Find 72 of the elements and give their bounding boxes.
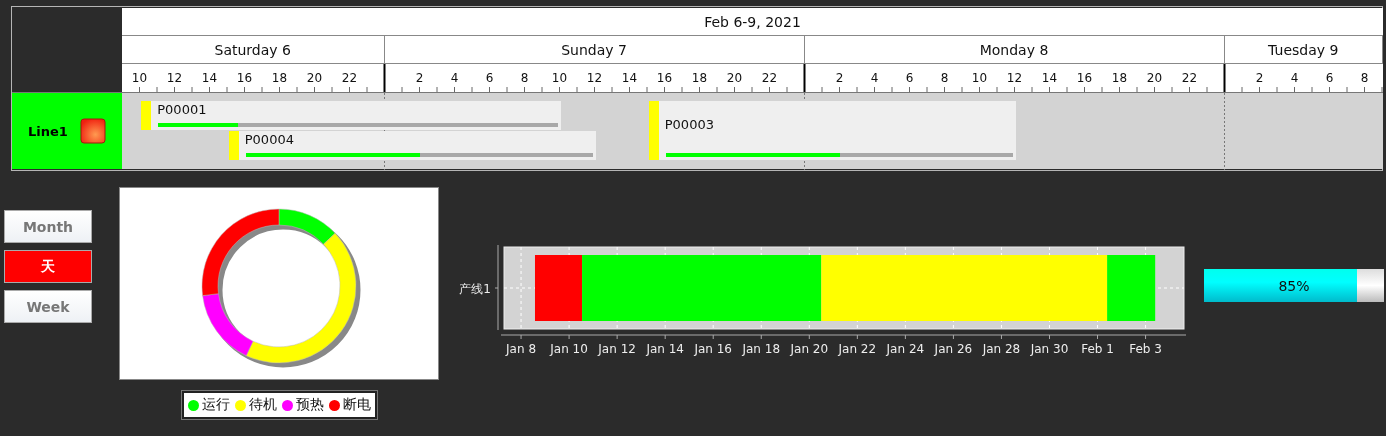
date-tick-label: Jan 8 <box>506 342 537 356</box>
task-marker <box>228 131 239 160</box>
hour-label: 10 <box>551 71 568 85</box>
hour-label: 18 <box>691 71 708 85</box>
date-tick-label: Jan 24 <box>886 342 925 356</box>
day-header: Tuesday 9 <box>1224 36 1384 63</box>
hour-label: 14 <box>621 71 638 85</box>
hour-label: 22 <box>761 71 778 85</box>
hour-label: 8 <box>520 71 529 85</box>
hour-label: 14 <box>201 71 218 85</box>
date-tick-label: Jan 22 <box>838 342 877 356</box>
task-bar[interactable]: P00004 <box>228 131 597 160</box>
hour-label: 12 <box>166 71 183 85</box>
day-header: Sunday 7 <box>384 36 805 63</box>
day-header: Monday 8 <box>804 36 1225 63</box>
date-tick-label: Jan 10 <box>550 342 588 356</box>
line-name: Line1 <box>28 123 68 139</box>
hour-label: 10 <box>131 71 148 85</box>
task-bar[interactable]: P00001 <box>141 101 562 130</box>
task-label: P00001 <box>157 102 207 117</box>
legend-label: 预热 <box>295 396 324 414</box>
hour-label: 12 <box>1006 71 1023 85</box>
date-tick-label: Jan 20 <box>790 342 829 356</box>
hour-label: 20 <box>1146 71 1163 85</box>
category-label: 产线1 <box>459 282 491 296</box>
range-button[interactable]: Month <box>4 210 92 243</box>
hour-label: 18 <box>1111 71 1128 85</box>
task-label: P00004 <box>244 132 294 147</box>
hour-label: 2 <box>835 71 844 85</box>
hour-label: 8 <box>940 71 949 85</box>
date-tick-label: Jan 16 <box>694 342 732 356</box>
date-tick-label: Jan 28 <box>982 342 1021 356</box>
date-range-title: Feb 6-9, 2021 <box>122 8 1383 36</box>
date-tick-label: Jan 30 <box>1030 342 1069 356</box>
legend-label: 运行 <box>201 396 230 414</box>
task-marker <box>141 101 152 130</box>
status-icon <box>79 118 106 144</box>
range-button[interactable]: 天 <box>4 250 92 283</box>
progress-reading: 85% <box>1278 278 1310 294</box>
hour-label: 4 <box>870 71 879 85</box>
hour-label: 12 <box>586 71 603 85</box>
hour-label: 14 <box>1041 71 1058 85</box>
hour-label: 2 <box>1255 71 1264 85</box>
hour-label: 10 <box>971 71 988 85</box>
task-label: P00003 <box>664 117 714 132</box>
hour-label: 4 <box>450 71 459 85</box>
range-button[interactable]: Week <box>4 290 92 323</box>
date-tick-label: Jan 14 <box>646 342 684 356</box>
hour-label: 4 <box>1290 71 1299 85</box>
hour-label: 18 <box>271 71 288 85</box>
hour-label: 22 <box>341 71 358 85</box>
task-bar[interactable]: P00003 <box>648 101 1017 160</box>
hour-label: 6 <box>485 71 494 85</box>
legend-label: 待机 <box>248 396 277 414</box>
date-tick-label: Feb 3 <box>1129 342 1162 356</box>
hour-label: 16 <box>236 71 253 85</box>
date-tick-label: Feb 1 <box>1081 342 1114 356</box>
hour-label: 16 <box>656 71 673 85</box>
hour-label: 2 <box>415 71 424 85</box>
date-tick-label: Jan 12 <box>598 342 636 356</box>
date-tick-label: Jan 26 <box>934 342 973 356</box>
date-tick-label: Jan 18 <box>742 342 781 356</box>
hour-label: 20 <box>306 71 323 85</box>
hour-label: 16 <box>1076 71 1093 85</box>
legend-label: 断电 <box>342 396 371 414</box>
hour-label: 22 <box>1181 71 1198 85</box>
day-header: Saturday 6 <box>122 36 385 63</box>
hour-label: 6 <box>1325 71 1334 85</box>
hour-label: 20 <box>726 71 743 85</box>
task-marker <box>648 101 659 160</box>
hour-label: 8 <box>1360 71 1369 85</box>
hour-label: 6 <box>905 71 914 85</box>
